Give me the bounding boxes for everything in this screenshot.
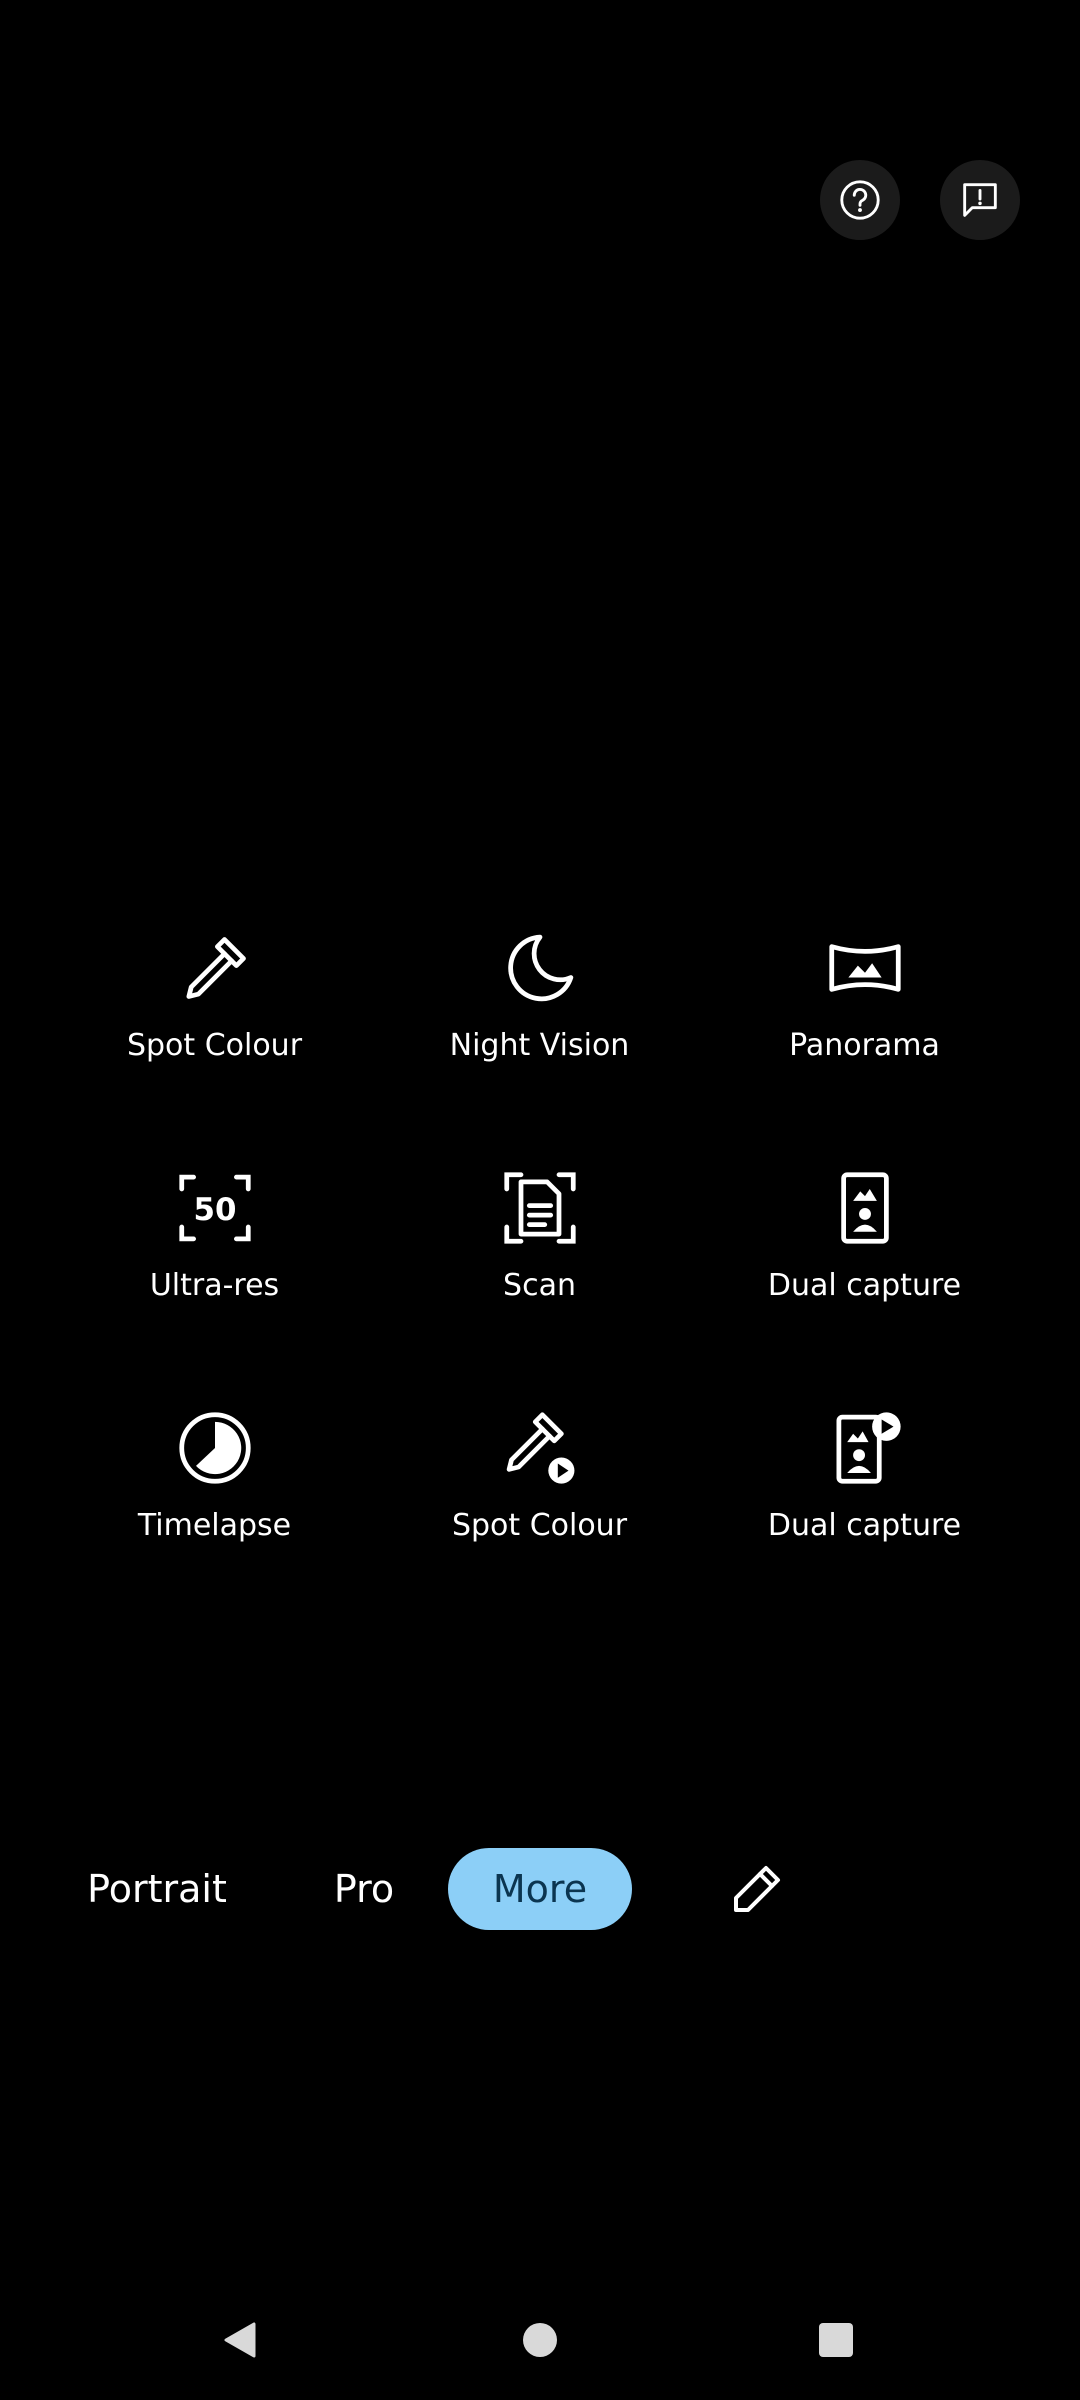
dual-capture-icon [827, 1170, 903, 1246]
mode-portrait[interactable]: Portrait [80, 1848, 234, 1930]
mode-dual-capture-video[interactable]: Dual capture [702, 1410, 1027, 1650]
svg-text:50: 50 [193, 1192, 236, 1228]
modes-grid: Spot Colour Night Vision Panorama 50 Ult… [0, 930, 1080, 1650]
ultra-res-50-icon: 50 [177, 1170, 253, 1246]
timelapse-icon [177, 1410, 253, 1486]
pencil-icon [734, 1866, 780, 1912]
mode-label: Dual capture [767, 1268, 962, 1303]
home-icon [523, 2323, 557, 2357]
mode-more[interactable]: More [448, 1848, 632, 1930]
mode-pro[interactable]: Pro [318, 1848, 410, 1930]
mode-dual-capture[interactable]: Dual capture [702, 1170, 1027, 1410]
panorama-icon [827, 930, 903, 1006]
home-button[interactable] [500, 2300, 580, 2380]
back-icon [224, 2322, 256, 2358]
recents-button[interactable] [796, 2300, 876, 2380]
mode-spot-colour-video[interactable]: Spot Colour [377, 1410, 702, 1650]
document-scan-icon [502, 1170, 578, 1246]
help-icon [840, 180, 880, 220]
mode-spot-colour[interactable]: Spot Colour [52, 930, 377, 1170]
feedback-icon [963, 183, 997, 217]
back-button[interactable] [200, 2300, 280, 2380]
mode-label: Panorama [789, 1028, 940, 1063]
mode-label: Night Vision [449, 1028, 630, 1063]
mode-switcher: Portrait Pro More [0, 1848, 1080, 1930]
eyedropper-icon [177, 930, 253, 1006]
mode-scan[interactable]: Scan [377, 1170, 702, 1410]
mode-night-vision[interactable]: Night Vision [377, 930, 702, 1170]
mode-ultra-res[interactable]: 50 Ultra-res [52, 1170, 377, 1410]
dual-capture-video-icon [827, 1410, 903, 1486]
mode-label: Scan [503, 1268, 576, 1303]
help-button[interactable] [820, 160, 900, 240]
crescent-moon-icon [502, 930, 578, 1006]
mode-label: Ultra-res [149, 1268, 280, 1303]
mode-label: Dual capture [767, 1508, 962, 1543]
mode-label: Spot Colour [451, 1508, 628, 1543]
system-navigation-bar [0, 2300, 1080, 2380]
mode-panorama[interactable]: Panorama [702, 930, 1027, 1170]
edit-modes-button[interactable] [730, 1862, 784, 1916]
mode-timelapse[interactable]: Timelapse [52, 1410, 377, 1650]
mode-label: Spot Colour [126, 1028, 303, 1063]
eyedropper-video-icon [502, 1410, 578, 1486]
feedback-button[interactable] [940, 160, 1020, 240]
mode-label: Timelapse [137, 1508, 292, 1543]
recents-icon [819, 2323, 853, 2357]
